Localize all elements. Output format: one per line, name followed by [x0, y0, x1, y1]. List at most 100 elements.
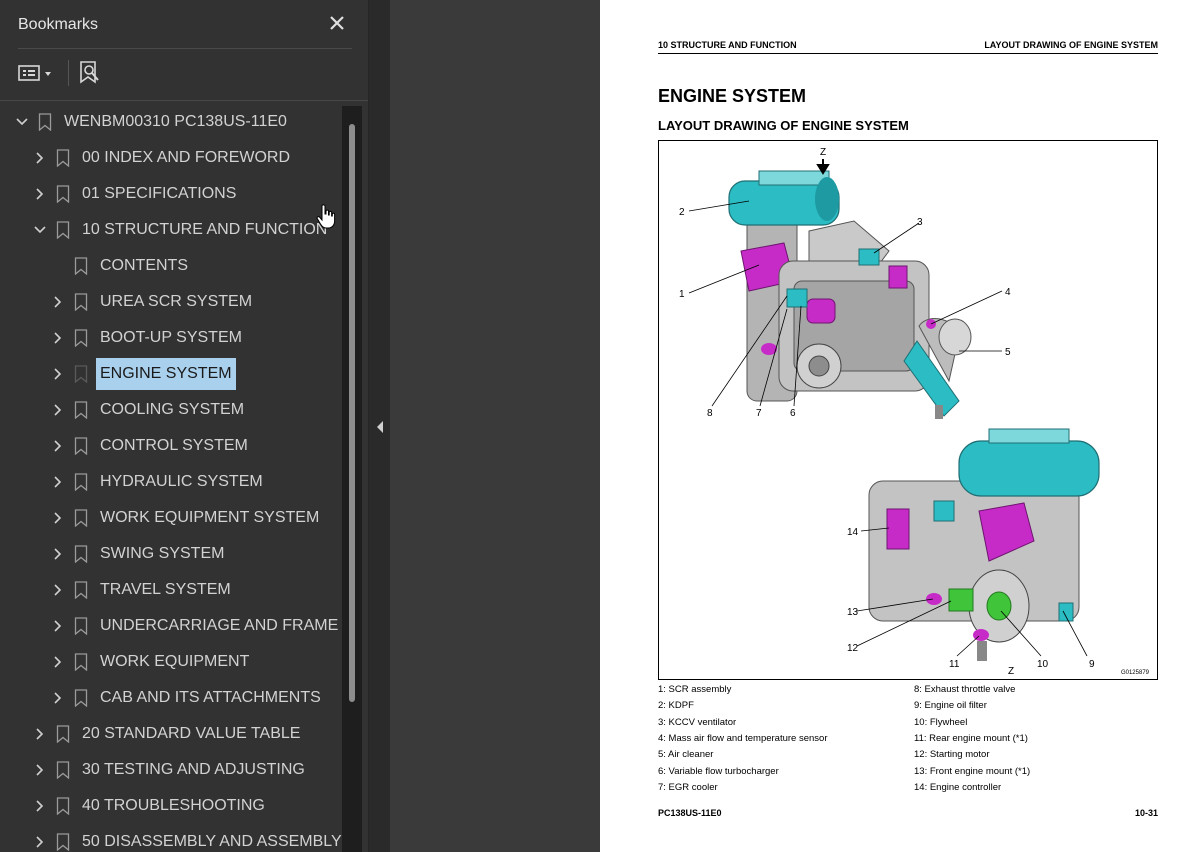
bookmark-item[interactable]: 10 STRUCTURE AND FUNCTION [32, 214, 331, 246]
chevron-right-icon[interactable] [32, 834, 48, 850]
svg-text:13: 13 [847, 607, 859, 618]
bookmark-icon [74, 653, 88, 672]
bookmark-item[interactable]: TRAVEL SYSTEM [50, 574, 235, 606]
bookmark-item[interactable]: COOLING SYSTEM [50, 394, 248, 426]
chevron-right-icon[interactable] [50, 582, 66, 598]
legend-item: 9: Engine oil filter [914, 700, 987, 712]
legend-item: 7: EGR cooler [658, 781, 718, 793]
bookmark-label: 10 STRUCTURE AND FUNCTION [82, 221, 328, 238]
chevron-right-icon[interactable] [50, 366, 66, 382]
bookmark-item[interactable]: 40 TROUBLESHOOTING [32, 790, 269, 822]
bookmark-label: CONTENTS [100, 257, 188, 274]
engine-layout-figure: Z Z 2 3 1 4 5 6 7 8 14 13 12 11 10 9 G01… [658, 140, 1158, 680]
chevron-right-icon[interactable] [50, 654, 66, 670]
collapse-panel-arrow-icon[interactable] [375, 420, 385, 434]
bookmark-item[interactable]: CONTENTS [50, 250, 192, 282]
legend-item: 10: Flywheel [914, 716, 968, 728]
chevron-right-icon[interactable] [32, 798, 48, 814]
bookmark-item[interactable]: BOOT-UP SYSTEM [50, 322, 246, 354]
bookmark-item[interactable]: 30 TESTING AND ADJUSTING [32, 754, 309, 786]
document-viewer: 10 STRUCTURE AND FUNCTION LAYOUT DRAWING… [390, 0, 1200, 852]
chevron-right-icon[interactable] [50, 294, 66, 310]
svg-text:11: 11 [949, 659, 960, 670]
footer-page-number: 10-31 [1134, 808, 1158, 818]
bookmark-item[interactable]: 20 STANDARD VALUE TABLE [32, 718, 304, 750]
find-bookmark-button[interactable] [78, 60, 102, 86]
bookmark-label: BOOT-UP SYSTEM [100, 329, 242, 346]
bookmark-item[interactable]: HYDRAULIC SYSTEM [50, 466, 267, 498]
bookmark-item[interactable]: CONTROL SYSTEM [50, 430, 252, 462]
panel-splitter[interactable] [368, 0, 391, 852]
bookmark-icon [56, 149, 70, 168]
chevron-right-icon[interactable] [32, 186, 48, 202]
footer-model: PC138US-11E0 [658, 808, 722, 818]
bookmark-icon [74, 365, 88, 384]
svg-text:4: 4 [1005, 287, 1011, 298]
chevron-down-icon[interactable] [14, 114, 30, 130]
chevron-right-icon[interactable] [50, 546, 66, 562]
bookmark-item[interactable]: 00 INDEX AND FOREWORD [32, 142, 294, 174]
bookmark-item[interactable]: UNDERCARRIAGE AND FRAME [50, 610, 342, 642]
bookmark-item[interactable]: WORK EQUIPMENT SYSTEM [50, 502, 323, 534]
bookmark-label: TRAVEL SYSTEM [100, 581, 231, 598]
legend-item: 1: SCR assembly [658, 684, 732, 695]
bookmark-label: UREA SCR SYSTEM [100, 293, 253, 310]
chevron-right-icon[interactable] [50, 510, 66, 526]
bookmark-label: 30 TESTING AND ADJUSTING [82, 761, 305, 778]
bookmark-label: WORK EQUIPMENT SYSTEM [100, 509, 320, 526]
bookmark-label: CONTROL SYSTEM [100, 437, 248, 454]
view-z-label-top: Z [820, 147, 826, 158]
legend-item: 6: Variable flow turbocharger [658, 765, 779, 777]
legend-item: 12: Starting motor [914, 749, 990, 761]
bookmark-icon [74, 293, 88, 312]
legend-item: 3: KCCV ventilator [658, 716, 737, 728]
chevron-right-icon[interactable] [50, 618, 66, 634]
chevron-right-icon[interactable] [50, 330, 66, 346]
chevron-right-icon[interactable] [32, 726, 48, 742]
svg-text:2: 2 [679, 207, 685, 218]
bookmark-item[interactable]: 01 SPECIFICATIONS [32, 178, 240, 210]
page-subtitle: LAYOUT DRAWING OF ENGINE SYSTEM [658, 118, 909, 133]
legend-item: 5: Air cleaner [658, 749, 714, 761]
bookmark-icon [74, 437, 88, 456]
close-panel-button[interactable] [326, 12, 348, 34]
bookmark-item[interactable]: ENGINE SYSTEM [50, 358, 236, 390]
chevron-right-icon[interactable] [50, 690, 66, 706]
chevron-right-icon[interactable] [50, 402, 66, 418]
bookmark-icon [74, 473, 88, 492]
bookmark-options-button[interactable] [18, 62, 60, 84]
chevron-right-icon[interactable] [32, 150, 48, 166]
scrollbar-thumb[interactable] [349, 124, 355, 702]
bookmark-item[interactable]: SWING SYSTEM [50, 538, 228, 570]
chevron-down-icon[interactable] [32, 222, 48, 238]
bookmark-icon [56, 797, 70, 816]
chevron-right-icon[interactable] [50, 438, 66, 454]
bookmark-label: SWING SYSTEM [100, 545, 225, 562]
bookmark-icon [56, 833, 70, 852]
toolbar-separator [68, 60, 69, 86]
header-rule [658, 53, 1158, 54]
bookmark-item[interactable]: WORK EQUIPMENT [50, 646, 253, 678]
chevron-right-icon[interactable] [32, 762, 48, 778]
bookmark-label: HYDRAULIC SYSTEM [100, 473, 263, 490]
bookmark-item[interactable]: UREA SCR SYSTEM [50, 286, 256, 318]
legend-item: 2: KDPF [658, 700, 694, 712]
upper-engine-view: Z [728, 147, 972, 419]
bookmark-item[interactable]: 50 DISASSEMBLY AND ASSEMBLY [32, 826, 342, 852]
bookmark-label: COOLING SYSTEM [100, 401, 245, 418]
chevron-right-icon[interactable] [50, 474, 66, 490]
legend-item: 13: Front engine mount (*1) [914, 765, 1031, 777]
toolbar-divider [0, 100, 368, 101]
bookmark-item[interactable]: CAB AND ITS ATTACHMENTS [50, 682, 325, 714]
bookmark-icon [74, 329, 88, 348]
bookmark-icon [56, 221, 70, 240]
bookmark-item[interactable]: WENBM00310 PC138US-11E0 [14, 106, 291, 138]
bookmark-tree: WENBM00310 PC138US-11E0 00 INDEX AND FORE… [0, 106, 342, 852]
document-page: 10 STRUCTURE AND FUNCTION LAYOUT DRAWING… [600, 0, 1200, 852]
figure-code: G0125879 [1120, 670, 1149, 676]
bookmark-icon [56, 761, 70, 780]
bookmark-icon [74, 257, 88, 276]
view-z-label-bottom: Z [1008, 666, 1014, 677]
bookmark-label: 20 STANDARD VALUE TABLE [82, 725, 301, 742]
page-title: ENGINE SYSTEM [658, 86, 807, 106]
